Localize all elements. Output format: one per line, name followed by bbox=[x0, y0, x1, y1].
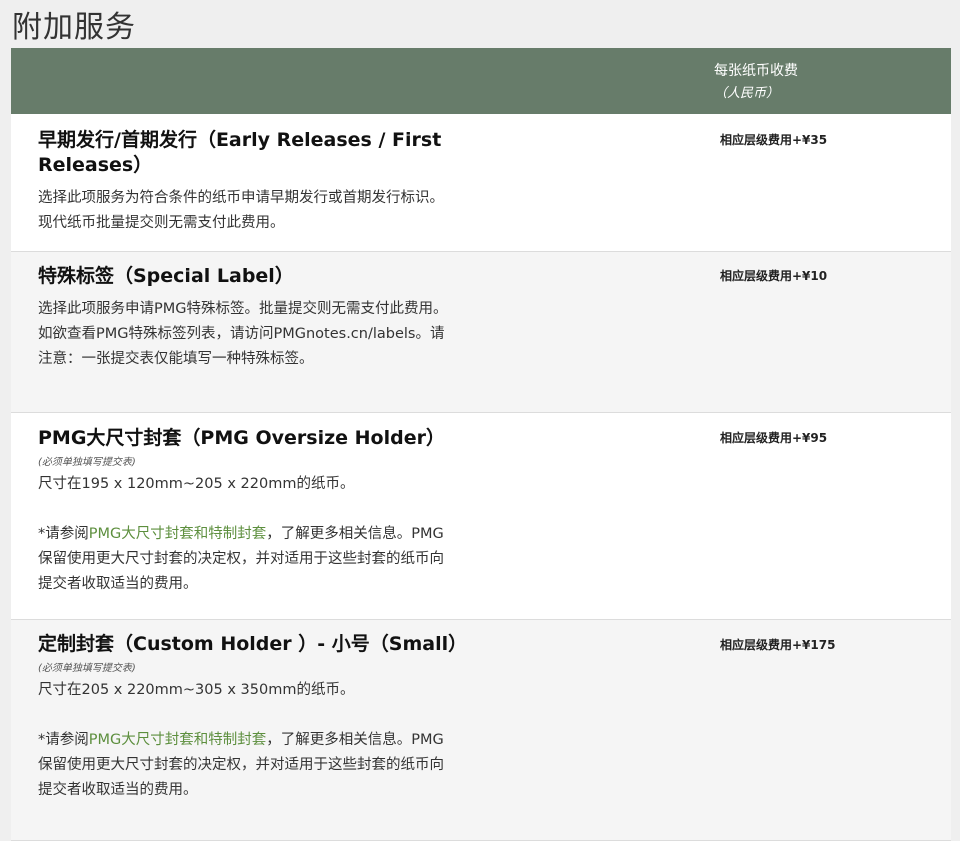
table-row: 特殊标签（Special Label） 选择此项服务申请PMG特殊标签。批量提交… bbox=[11, 252, 951, 413]
service-name: 特殊标签（Special Label） bbox=[38, 265, 294, 287]
fee-currency-label: （人民币） bbox=[714, 86, 780, 101]
service-fee: 相应层级费用+¥35 bbox=[720, 133, 828, 147]
service-size: 尺寸在205 x 220mm~305 x 350mm的纸币。 bbox=[38, 682, 355, 698]
service-note: (必须单独填写提交表) bbox=[38, 663, 136, 674]
service-name: PMG大尺寸封套（PMG Oversize Holder） bbox=[38, 427, 445, 449]
service-name: 定制封套（Custom Holder ）- 小号（Small） bbox=[38, 633, 468, 655]
oversize-holder-link[interactable]: PMG大尺寸封套和特制封套 bbox=[89, 526, 267, 542]
table-row: 早期发行/首期发行（Early Releases / First Release… bbox=[11, 114, 951, 252]
services-table: 每张纸币收费 （人民币） 早期发行/首期发行（Early Releases / … bbox=[11, 48, 951, 841]
table-header: 每张纸币收费 （人民币） bbox=[11, 48, 951, 114]
service-size: 尺寸在195 x 120mm~205 x 220mm的纸币。 bbox=[38, 476, 355, 492]
service-description: 选择此项服务为符合条件的纸币申请早期发行或首期发行标识。现代纸币批量提交则无需支… bbox=[38, 190, 444, 231]
page-title: 附加服务 bbox=[12, 10, 136, 45]
service-reference: *请参阅PMG大尺寸封套和特制封套，了解更多相关信息。PMG保留使用更大尺寸封套… bbox=[38, 728, 458, 803]
page: 附加服务 每张纸币收费 （人民币） 早期发行/首期发行（Early Releas… bbox=[0, 0, 960, 841]
service-reference: *请参阅PMG大尺寸封套和特制封套，了解更多相关信息。PMG保留使用更大尺寸封套… bbox=[38, 522, 458, 597]
service-fee: 相应层级费用+¥175 bbox=[720, 638, 836, 652]
service-fee: 相应层级费用+¥95 bbox=[720, 431, 828, 445]
fee-label: 每张纸币收费 bbox=[714, 63, 798, 79]
custom-holder-link[interactable]: PMG大尺寸封套和特制封套 bbox=[89, 732, 267, 748]
table-row: 定制封套（Custom Holder ）- 小号（Small） (必须单独填写提… bbox=[11, 620, 951, 841]
reference-prefix: *请参阅 bbox=[38, 526, 89, 542]
fee-column-header: 每张纸币收费 （人民币） bbox=[714, 60, 798, 101]
service-fee: 相应层级费用+¥10 bbox=[720, 269, 828, 283]
service-description: 选择此项服务申请PMG特殊标签。批量提交则无需支付此费用。如欲查看PMG特殊标签… bbox=[38, 301, 448, 367]
table-row: PMG大尺寸封套（PMG Oversize Holder） (必须单独填写提交表… bbox=[11, 413, 951, 620]
service-name: 早期发行/首期发行（Early Releases / First Release… bbox=[38, 129, 442, 176]
reference-prefix: *请参阅 bbox=[38, 732, 89, 748]
service-note: (必须单独填写提交表) bbox=[38, 457, 136, 468]
